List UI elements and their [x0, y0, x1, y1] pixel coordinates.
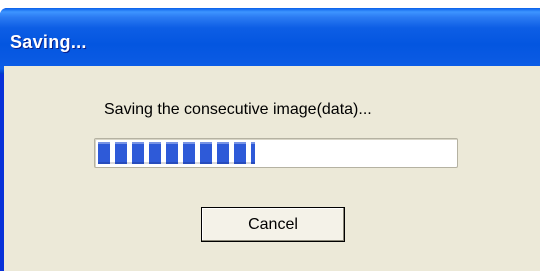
saving-dialog: Saving... Saving the consecutive image(d… [0, 8, 540, 271]
progress-bar [94, 138, 458, 168]
status-message: Saving the consecutive image(data)... [104, 101, 372, 118]
title-bar[interactable]: Saving... [0, 8, 540, 74]
progress-bar-fill [98, 142, 255, 164]
dialog-body: Saving the consecutive image(data)... Ca… [4, 66, 540, 271]
window-title: Saving... [10, 32, 87, 52]
background-strip [0, 0, 540, 8]
cancel-button[interactable]: Cancel [201, 207, 345, 242]
